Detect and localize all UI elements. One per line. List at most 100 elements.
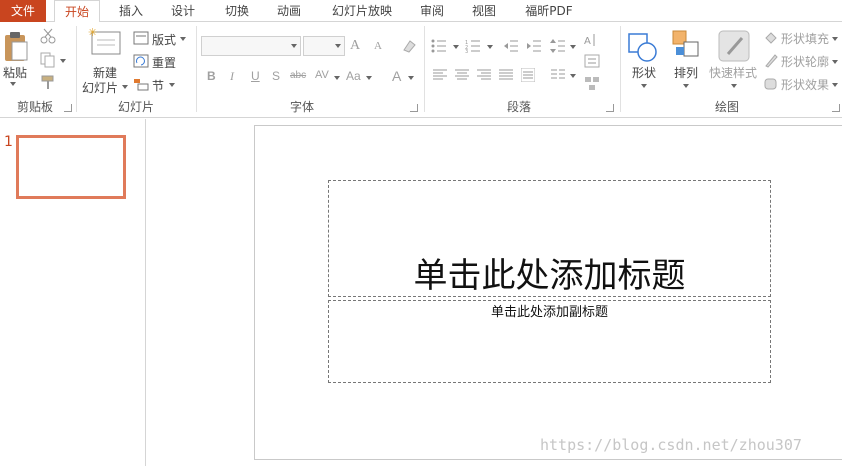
cut-icon[interactable] <box>40 28 56 44</box>
copy-dropdown-icon[interactable] <box>60 59 66 63</box>
reset-icon[interactable] <box>133 54 149 68</box>
new-slide-dropdown-icon[interactable] <box>122 85 128 89</box>
text-shadow-button[interactable]: S <box>272 69 280 83</box>
line-spacing-icon[interactable] <box>550 38 566 54</box>
character-spacing-dropdown-icon[interactable] <box>334 76 340 80</box>
bullets-dropdown-icon[interactable] <box>453 45 459 49</box>
format-painter-icon[interactable] <box>40 74 56 90</box>
shape-fill-dropdown-icon[interactable] <box>832 37 838 41</box>
shape-effects-icon[interactable] <box>763 76 779 92</box>
bold-button[interactable]: B <box>207 69 216 83</box>
quick-styles-icon[interactable] <box>718 30 750 62</box>
copy-icon[interactable] <box>40 52 56 68</box>
reset-button[interactable]: 重置 <box>152 54 176 71</box>
layout-icon[interactable] <box>133 31 149 45</box>
tab-insert[interactable]: 插入 <box>108 0 154 22</box>
clipboard-group-label: 剪贴板 <box>16 100 53 114</box>
arrange-dropdown-icon[interactable] <box>683 84 689 88</box>
clipboard-dialog-launcher[interactable] <box>64 104 72 112</box>
title-placeholder-text: 单击此处添加标题 <box>413 256 686 296</box>
new-slide-button[interactable]: 幻灯片 <box>82 79 118 96</box>
drawing-dialog-launcher[interactable] <box>832 104 840 112</box>
increase-indent-icon[interactable] <box>526 39 542 53</box>
tab-slideshow[interactable]: 幻灯片放映 <box>324 0 400 22</box>
slides-group-label: 幻灯片 <box>117 100 154 114</box>
ribbon-tab-bar: 文件 开始 插入 设计 切换 动画 幻灯片放映 审阅 视图 福昕PDF <box>0 0 842 23</box>
convert-to-smartart-icon[interactable] <box>584 76 602 92</box>
shape-outline-dropdown-icon[interactable] <box>832 60 838 64</box>
tab-transitions[interactable]: 切换 <box>214 0 260 22</box>
character-spacing-button[interactable]: AV <box>315 69 329 81</box>
section-dropdown-icon[interactable] <box>169 83 175 87</box>
text-direction-icon[interactable]: A <box>584 32 602 48</box>
svg-text:✳: ✳ <box>88 26 97 39</box>
line-spacing-dropdown-icon[interactable] <box>570 45 576 49</box>
strikethrough-button[interactable]: abc <box>290 70 306 81</box>
tab-view[interactable]: 视图 <box>461 0 507 22</box>
tab-home[interactable]: 开始 <box>54 0 100 23</box>
align-right-icon[interactable] <box>477 69 491 81</box>
shape-effects-button[interactable]: 形状效果 <box>781 76 829 93</box>
tab-animations[interactable]: 动画 <box>266 0 312 22</box>
arrange-icon[interactable] <box>672 30 702 60</box>
quick-styles-dropdown-icon[interactable] <box>731 84 737 88</box>
section-button[interactable]: 节 <box>152 77 164 94</box>
ribbon: 粘贴 剪贴板 ✳ 新建 幻灯片 版式 重置 节 幻灯片 A A B I U S … <box>0 22 842 118</box>
tab-foxit-pdf[interactable]: 福昕PDF <box>516 0 582 22</box>
section-icon[interactable] <box>133 77 149 91</box>
columns-dropdown-icon[interactable] <box>570 74 576 78</box>
align-left-icon[interactable] <box>433 69 447 81</box>
arrange-button[interactable]: 排列 <box>674 64 698 81</box>
justify-icon[interactable] <box>499 69 513 81</box>
distributed-icon[interactable] <box>521 68 535 82</box>
tab-review[interactable]: 审阅 <box>409 0 455 22</box>
shrink-font-button[interactable]: A <box>374 40 382 52</box>
paste-button[interactable]: 粘贴 <box>3 64 27 81</box>
shapes-dropdown-icon[interactable] <box>641 84 647 88</box>
layout-button[interactable]: 版式 <box>152 31 176 48</box>
change-case-dropdown-icon[interactable] <box>366 76 372 80</box>
font-dialog-launcher[interactable] <box>410 104 418 112</box>
shapes-icon[interactable] <box>627 30 661 64</box>
slide-thumbnail[interactable] <box>16 135 126 199</box>
shape-outline-icon[interactable] <box>763 53 779 69</box>
paste-dropdown-icon[interactable] <box>10 82 16 86</box>
clear-formatting-icon[interactable] <box>401 38 417 54</box>
change-case-button[interactable]: Aa <box>346 69 361 83</box>
numbering-dropdown-icon[interactable] <box>487 45 493 49</box>
watermark: https://blog.csdn.net/zhou307 <box>540 436 802 454</box>
paragraph-group-label: 段落 <box>506 100 531 114</box>
font-family-combo[interactable] <box>201 36 301 56</box>
font-family-dropdown-icon[interactable] <box>291 44 297 48</box>
font-group-label: 字体 <box>289 100 314 114</box>
tab-file[interactable]: 文件 <box>0 0 46 22</box>
font-color-button[interactable]: A <box>392 68 401 84</box>
quick-styles-button[interactable]: 快速样式 <box>709 64 757 81</box>
align-center-icon[interactable] <box>455 69 469 81</box>
new-slide-icon[interactable]: ✳ <box>88 26 122 56</box>
bullets-icon[interactable] <box>431 39 447 53</box>
decrease-indent-icon[interactable] <box>503 39 519 53</box>
tab-design[interactable]: 设计 <box>160 0 206 22</box>
columns-icon[interactable] <box>551 69 565 81</box>
title-placeholder[interactable]: 单击此处添加标题 <box>328 180 771 297</box>
shape-effects-dropdown-icon[interactable] <box>832 83 838 87</box>
align-text-icon[interactable] <box>584 54 602 70</box>
paragraph-dialog-launcher[interactable] <box>606 104 614 112</box>
slide-canvas[interactable]: 单击此处添加标题 单击此处添加副标题 <box>254 125 842 460</box>
paste-icon[interactable] <box>3 30 29 62</box>
font-size-dropdown-icon[interactable] <box>335 44 341 48</box>
slide-thumbnail-pane: 1 <box>0 119 146 466</box>
svg-text:3: 3 <box>465 49 468 53</box>
shapes-button[interactable]: 形状 <box>632 64 656 81</box>
grow-font-button[interactable]: A <box>350 38 360 54</box>
font-color-dropdown-icon[interactable] <box>408 76 414 80</box>
subtitle-placeholder[interactable]: 单击此处添加副标题 <box>328 300 771 383</box>
underline-button[interactable]: U <box>251 69 260 83</box>
shape-fill-icon[interactable] <box>763 30 779 46</box>
layout-dropdown-icon[interactable] <box>180 37 186 41</box>
shape-fill-button[interactable]: 形状填充 <box>781 30 829 47</box>
numbering-icon[interactable]: 123 <box>465 39 481 53</box>
shape-outline-button[interactable]: 形状轮廓 <box>781 53 829 70</box>
italic-button[interactable]: I <box>230 69 234 84</box>
